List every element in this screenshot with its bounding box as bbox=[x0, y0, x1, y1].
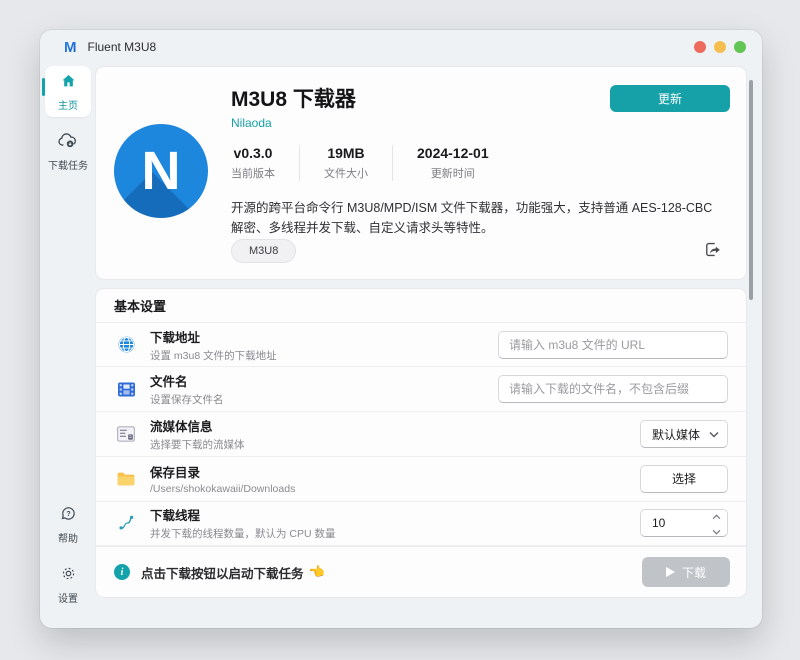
gear-icon bbox=[60, 565, 77, 587]
sidebar-item-label: 设置 bbox=[58, 594, 78, 605]
stat-label: 当前版本 bbox=[231, 168, 275, 180]
globe-icon bbox=[114, 335, 138, 354]
url-input[interactable] bbox=[498, 330, 728, 359]
app-window: M Fluent M3U8 主页 下载任务 ? 帮助 设置 N M3U8 下载器… bbox=[40, 30, 762, 628]
setting-row-stream-info: 流媒体信息 选择要下载的流媒体 默认媒体 bbox=[96, 412, 746, 457]
stepper-down-icon[interactable] bbox=[712, 524, 721, 538]
setting-title: 下载线程 bbox=[150, 509, 201, 524]
download-button-label: 下载 bbox=[681, 565, 706, 580]
setting-title: 文件名 bbox=[150, 375, 188, 390]
threads-icon bbox=[114, 514, 138, 532]
app-info-card: N M3U8 下载器 Nilaoda 更新 v0.3.0 当前版本 19MB 文… bbox=[95, 66, 747, 280]
setting-subtitle: 并发下载的线程数量，默认为 CPU 数量 bbox=[150, 528, 336, 541]
update-button[interactable]: 更新 bbox=[610, 85, 730, 112]
sidebar-item-help[interactable]: ? 帮助 bbox=[45, 498, 91, 550]
sidebar-item-home[interactable]: 主页 bbox=[42, 66, 91, 117]
setting-row-filename: 文件名 设置保存文件名 bbox=[96, 367, 746, 413]
stat-updated: 2024-12-01 更新时间 bbox=[393, 145, 513, 181]
play-icon bbox=[665, 567, 675, 578]
media-info-icon bbox=[114, 426, 138, 442]
sidebar-item-tasks[interactable]: 下载任务 bbox=[45, 125, 91, 177]
chevron-down-icon bbox=[709, 427, 719, 441]
section-title: 基本设置 bbox=[96, 289, 746, 323]
sidebar-item-label: 下载任务 bbox=[48, 161, 88, 172]
folder-icon bbox=[114, 471, 138, 487]
app-icon-letter: N bbox=[141, 141, 181, 201]
sidebar-item-label: 主页 bbox=[58, 101, 78, 112]
choose-dir-button[interactable]: 选择 bbox=[640, 464, 728, 493]
thread-count-stepper[interactable]: 10 bbox=[640, 509, 728, 538]
sidebar-item-settings[interactable]: 设置 bbox=[45, 558, 91, 610]
stat-size: 19MB 文件大小 bbox=[300, 145, 393, 181]
app-description: 开源的跨平台命令行 M3U8/MPD/ISM 文件下载器，功能强大，支持普通 A… bbox=[231, 201, 713, 236]
film-icon bbox=[114, 381, 138, 398]
help-icon: ? bbox=[60, 505, 77, 527]
info-icon: i bbox=[114, 564, 130, 581]
stat-value: v0.3.0 bbox=[233, 145, 273, 161]
stat-label: 文件大小 bbox=[324, 168, 368, 180]
setting-title: 保存目录 bbox=[150, 466, 201, 481]
zoom-button[interactable] bbox=[734, 41, 746, 53]
stat-value: 19MB bbox=[327, 145, 365, 161]
stat-label: 更新时间 bbox=[430, 168, 475, 180]
share-icon[interactable] bbox=[704, 240, 724, 260]
traffic-lights bbox=[694, 41, 746, 53]
setting-row-download-url: 下载地址 设置 m3u8 文件的下载地址 bbox=[96, 323, 746, 368]
download-button[interactable]: 下载 bbox=[642, 557, 730, 588]
media-select[interactable]: 默认媒体 bbox=[640, 420, 728, 449]
setting-title: 流媒体信息 bbox=[150, 420, 213, 435]
stat-version: v0.3.0 当前版本 bbox=[231, 145, 300, 181]
close-button[interactable] bbox=[694, 41, 706, 53]
app-icon: N bbox=[114, 124, 208, 218]
app-logo-icon: M bbox=[64, 38, 76, 56]
tag-m3u8: M3U8 bbox=[231, 239, 297, 263]
media-select-value: 默认媒体 bbox=[652, 427, 701, 442]
cloud-download-icon bbox=[58, 132, 78, 154]
setting-subtitle: /Users/shokokawaii/Downloads bbox=[150, 483, 296, 496]
settings-card: 基本设置 下载地址 设置 m3u8 文件的下载地址 文件名 设置保存文件名 bbox=[95, 288, 747, 598]
scrollbar-thumb[interactable] bbox=[749, 80, 753, 300]
stepper-up-icon[interactable] bbox=[712, 509, 721, 523]
titlebar: M Fluent M3U8 bbox=[40, 30, 762, 64]
setting-subtitle: 设置 m3u8 文件的下载地址 bbox=[150, 349, 277, 362]
setting-subtitle: 设置保存文件名 bbox=[150, 394, 224, 407]
filename-input[interactable] bbox=[498, 375, 728, 404]
stat-value: 2024-12-01 bbox=[417, 145, 489, 161]
setting-row-save-dir: 保存目录 /Users/shokokawaii/Downloads 选择 bbox=[96, 457, 746, 502]
sidebar: 主页 下载任务 ? 帮助 设置 bbox=[40, 64, 96, 628]
setting-subtitle: 选择要下载的流媒体 bbox=[150, 439, 245, 452]
minimize-button[interactable] bbox=[714, 41, 726, 53]
page-title: M3U8 下载器 bbox=[231, 88, 356, 111]
thread-count-value: 10 bbox=[652, 516, 666, 531]
sidebar-item-label: 帮助 bbox=[58, 534, 78, 545]
app-stats: v0.3.0 当前版本 19MB 文件大小 2024-12-01 更新时间 bbox=[231, 145, 513, 181]
pointer-emoji: 👈 bbox=[308, 564, 325, 580]
window-title: Fluent M3U8 bbox=[87, 40, 157, 54]
download-hint: 点击下载按钮以启动下载任务 bbox=[141, 566, 304, 581]
setting-title: 下载地址 bbox=[150, 330, 201, 345]
author-link[interactable]: Nilaoda bbox=[231, 116, 272, 130]
home-icon bbox=[60, 73, 77, 94]
setting-row-threads: 下载线程 并发下载的线程数量，默认为 CPU 数量 10 bbox=[96, 502, 746, 547]
svg-text:?: ? bbox=[66, 510, 70, 518]
active-indicator bbox=[42, 78, 45, 96]
action-bar: i 点击下载按钮以启动下载任务 👈 下载 bbox=[96, 546, 746, 597]
